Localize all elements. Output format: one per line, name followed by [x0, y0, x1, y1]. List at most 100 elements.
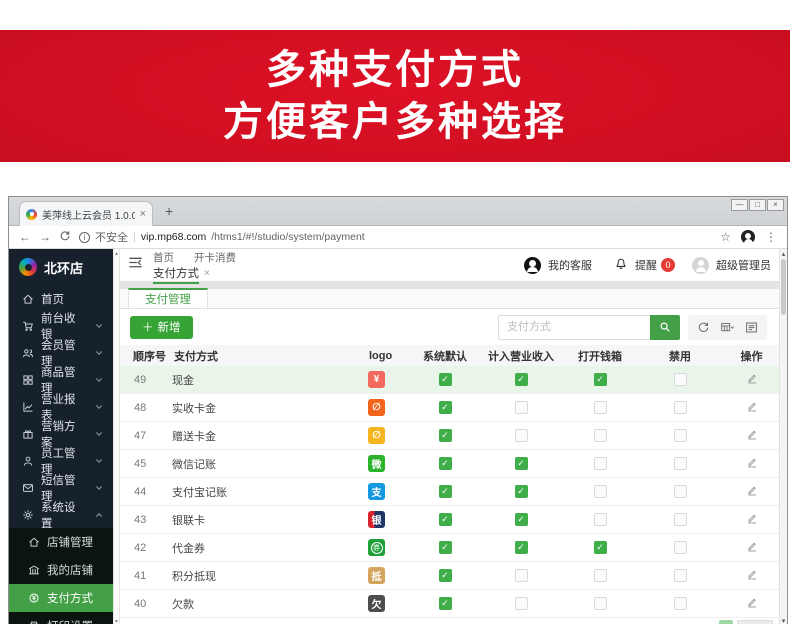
scroll-up-icon[interactable]: ▴: [782, 250, 786, 258]
open-drawer-checkbox[interactable]: ✓: [594, 373, 607, 386]
sidebar-item-5[interactable]: 营销方案: [9, 420, 113, 447]
browser-tab[interactable]: 美萍线上云会员 1.0.0 ×: [19, 201, 153, 226]
collapse-menu-icon[interactable]: [128, 255, 143, 275]
bell-icon[interactable]: [614, 257, 628, 274]
system-default-checkbox[interactable]: ✓: [439, 541, 452, 554]
edit-pencil-icon[interactable]: [746, 484, 758, 499]
close-button[interactable]: ×: [767, 199, 784, 211]
url-box[interactable]: i 不安全 | vip.mp68.com/htms1/#!/studio/sys…: [79, 229, 712, 245]
sidebar-subitem-0[interactable]: 店铺管理: [9, 528, 113, 556]
sidebar-item-0[interactable]: 首页: [9, 285, 113, 312]
count-revenue-checkbox[interactable]: [515, 569, 528, 582]
customer-service-icon[interactable]: [524, 257, 541, 274]
sidebar-subitem-3[interactable]: 打印设置: [9, 612, 113, 624]
new-tab-button[interactable]: +: [165, 203, 173, 219]
count-revenue-checkbox[interactable]: [515, 597, 528, 610]
minimize-button[interactable]: —: [731, 199, 748, 211]
disabled-checkbox[interactable]: [674, 401, 687, 414]
top-nav-link-0[interactable]: 首页: [153, 250, 174, 263]
admin-name[interactable]: 超级管理员: [716, 257, 771, 273]
sidebar-item-3[interactable]: 商品管理: [9, 366, 113, 393]
sidebar-item-4[interactable]: 营业报表: [9, 393, 113, 420]
search-button[interactable]: [650, 315, 680, 340]
edit-pencil-icon[interactable]: [746, 540, 758, 555]
disabled-checkbox[interactable]: [674, 373, 687, 386]
scroll-down-icon[interactable]: ▾: [115, 618, 118, 624]
browser-menu-icon[interactable]: ⋮: [765, 230, 777, 244]
edit-pencil-icon[interactable]: [746, 400, 758, 415]
open-drawer-checkbox[interactable]: [594, 429, 607, 442]
sidebar-subitem-2[interactable]: 支付方式: [9, 584, 113, 612]
columns-icon[interactable]: [721, 321, 734, 334]
disabled-checkbox[interactable]: [674, 457, 687, 470]
count-revenue-checkbox[interactable]: ✓: [515, 373, 528, 386]
sidebar-item-8[interactable]: 系统设置: [9, 501, 113, 528]
disabled-checkbox[interactable]: [674, 569, 687, 582]
open-drawer-checkbox[interactable]: [594, 485, 607, 498]
sidebar-item-2[interactable]: 会员管理: [9, 339, 113, 366]
tab-title: 美萍线上云会员 1.0.0: [42, 207, 135, 222]
edit-pencil-icon[interactable]: [746, 568, 758, 583]
export-list-icon[interactable]: [745, 321, 758, 334]
open-drawer-checkbox[interactable]: ✓: [594, 541, 607, 554]
admin-avatar[interactable]: [692, 257, 709, 274]
system-default-checkbox[interactable]: ✓: [439, 401, 452, 414]
disabled-checkbox[interactable]: [674, 541, 687, 554]
tab-payment-management[interactable]: 支付管理: [128, 288, 208, 308]
count-revenue-checkbox[interactable]: ✓: [515, 513, 528, 526]
add-button[interactable]: ＋ 新增: [130, 316, 193, 339]
scroll-down-icon[interactable]: ▾: [782, 617, 786, 624]
open-drawer-checkbox[interactable]: [594, 457, 607, 470]
browser-profile-icon[interactable]: [741, 230, 755, 244]
sidebar-item-7[interactable]: 短信管理: [9, 474, 113, 501]
top-nav-link-1[interactable]: 开卡消费: [194, 250, 236, 263]
refresh-icon[interactable]: [697, 321, 710, 334]
edit-pencil-icon[interactable]: [746, 512, 758, 527]
scroll-up-icon[interactable]: ▴: [115, 250, 118, 257]
open-drawer-checkbox[interactable]: [594, 569, 607, 582]
edit-pencil-icon[interactable]: [746, 372, 758, 387]
system-default-checkbox[interactable]: ✓: [439, 429, 452, 442]
count-revenue-checkbox[interactable]: ✓: [515, 541, 528, 554]
info-icon[interactable]: i: [79, 232, 90, 243]
back-icon[interactable]: ←: [19, 230, 31, 244]
maximize-button[interactable]: □: [749, 199, 766, 211]
edit-pencil-icon[interactable]: [746, 456, 758, 471]
reload-icon[interactable]: [59, 230, 71, 245]
alerts-label[interactable]: 提醒: [635, 257, 657, 273]
disabled-checkbox[interactable]: [674, 597, 687, 610]
bookmark-star-icon[interactable]: ☆: [720, 230, 731, 244]
count-revenue-checkbox[interactable]: ✓: [515, 457, 528, 470]
pagination-partial-next[interactable]: [737, 620, 773, 624]
edit-pencil-icon[interactable]: [746, 428, 758, 443]
main-scrollbar[interactable]: ▴ ▾: [779, 249, 787, 624]
disabled-checkbox[interactable]: [674, 429, 687, 442]
system-default-checkbox[interactable]: ✓: [439, 485, 452, 498]
sidebar-item-1[interactable]: 前台收银: [9, 312, 113, 339]
count-revenue-checkbox[interactable]: [515, 429, 528, 442]
active-page-tab[interactable]: 支付方式 ×: [153, 265, 236, 284]
active-tab-close-icon[interactable]: ×: [204, 268, 210, 279]
open-drawer-checkbox[interactable]: [594, 401, 607, 414]
sidebar-item-6[interactable]: 员工管理: [9, 447, 113, 474]
system-default-checkbox[interactable]: ✓: [439, 597, 452, 610]
system-default-checkbox[interactable]: ✓: [439, 373, 452, 386]
system-default-checkbox[interactable]: ✓: [439, 569, 452, 582]
customer-service-label[interactable]: 我的客服: [548, 257, 592, 273]
edit-pencil-icon[interactable]: [746, 596, 758, 611]
system-default-checkbox[interactable]: ✓: [439, 513, 452, 526]
scrollbar-thumb[interactable]: [781, 259, 786, 315]
sidebar-scrollbar[interactable]: ▴ ▾: [113, 249, 120, 624]
system-default-checkbox[interactable]: ✓: [439, 457, 452, 470]
count-revenue-checkbox[interactable]: [515, 401, 528, 414]
open-drawer-checkbox[interactable]: [594, 597, 607, 610]
forward-icon[interactable]: →: [39, 230, 51, 244]
pagination-partial-active[interactable]: [719, 620, 733, 624]
disabled-checkbox[interactable]: [674, 485, 687, 498]
count-revenue-checkbox[interactable]: ✓: [515, 485, 528, 498]
disabled-checkbox[interactable]: [674, 513, 687, 526]
search-input[interactable]: [498, 315, 650, 340]
tab-close-icon[interactable]: ×: [140, 208, 146, 220]
sidebar-subitem-1[interactable]: 我的店铺: [9, 556, 113, 584]
open-drawer-checkbox[interactable]: [594, 513, 607, 526]
